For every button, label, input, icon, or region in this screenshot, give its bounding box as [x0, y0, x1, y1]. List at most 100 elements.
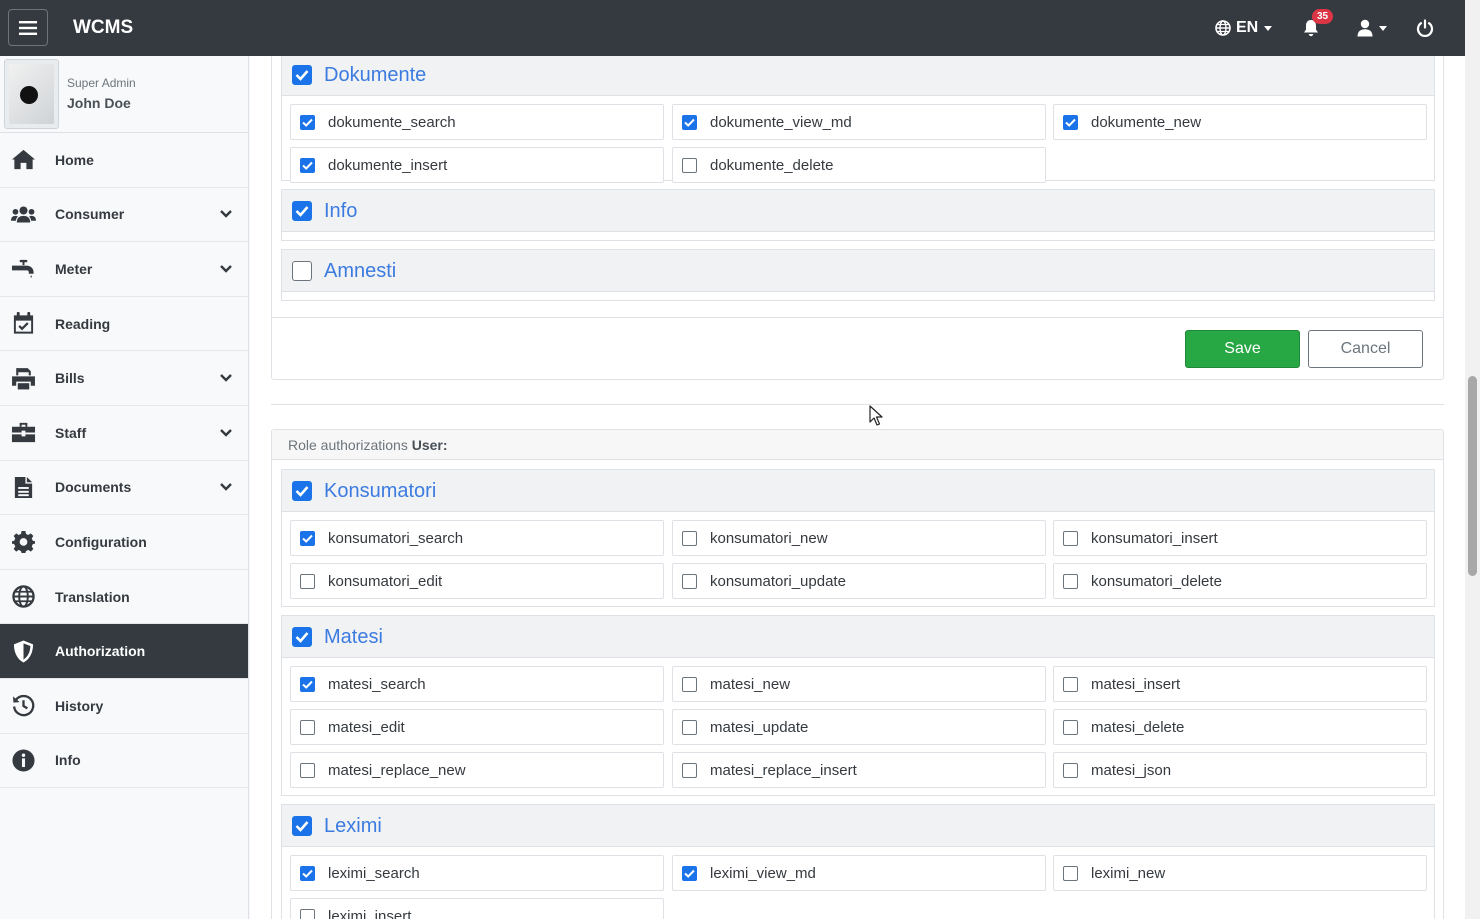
sidebar-item-label: Home — [55, 151, 94, 168]
perm-item[interactable]: leximi_insert — [290, 898, 664, 919]
power-icon — [1416, 19, 1434, 37]
perm-label: matesi_delete — [1091, 719, 1185, 736]
perm-checkbox[interactable] — [1063, 720, 1078, 735]
perm-checkbox[interactable] — [682, 574, 697, 589]
perm-checkbox[interactable] — [682, 115, 697, 130]
perm-item[interactable]: matesi_insert — [1053, 666, 1427, 702]
perm-item[interactable]: leximi_search — [290, 855, 664, 891]
perm-item[interactable]: konsumatori_new — [672, 520, 1046, 556]
perm-group-title[interactable]: Info — [324, 200, 357, 223]
perm-item[interactable]: konsumatori_edit — [290, 563, 664, 599]
perm-label: dokumente_delete — [710, 157, 834, 174]
perm-checkbox[interactable] — [1063, 531, 1078, 546]
perm-checkbox[interactable] — [300, 763, 315, 778]
perm-item[interactable]: konsumatori_search — [290, 520, 664, 556]
sidebar-item-history[interactable]: History — [0, 679, 248, 734]
avatar[interactable] — [4, 59, 59, 129]
perm-checkbox[interactable] — [300, 677, 315, 692]
perm-checkbox[interactable] — [682, 866, 697, 881]
perm-checkbox[interactable] — [1063, 866, 1078, 881]
perm-item[interactable]: leximi_new — [1053, 855, 1427, 891]
perm-item[interactable]: matesi_new — [672, 666, 1046, 702]
group-checkbox[interactable] — [292, 481, 312, 501]
perm-item[interactable]: konsumatori_delete — [1053, 563, 1427, 599]
sidebar-item-authorization[interactable]: Authorization — [0, 624, 248, 679]
perm-group-title[interactable]: Dokumente — [324, 64, 426, 87]
perm-checkbox[interactable] — [300, 909, 315, 919]
perm-item[interactable]: leximi_view_md — [672, 855, 1046, 891]
perm-group-title[interactable]: Matesi — [324, 626, 383, 649]
perm-item[interactable]: dokumente_delete — [672, 147, 1046, 183]
sidebar-item-translation[interactable]: Translation — [0, 570, 248, 625]
perm-group-konsumatori: Konsumatori konsumatori_search konsumato… — [281, 469, 1435, 607]
perm-item[interactable]: konsumatori_insert — [1053, 520, 1427, 556]
language-dropdown[interactable]: EN — [1215, 0, 1273, 56]
user-dropdown[interactable] — [1357, 0, 1387, 56]
main-content: Dokumente dokumente_search dokumente_vie… — [250, 56, 1465, 919]
perm-checkbox[interactable] — [300, 531, 315, 546]
perm-item[interactable]: matesi_replace_insert — [672, 752, 1046, 788]
scrollbar-thumb[interactable] — [1468, 376, 1477, 576]
perm-item[interactable]: matesi_edit — [290, 709, 664, 745]
avatar-dot — [20, 86, 38, 104]
perm-checkbox[interactable] — [1063, 115, 1078, 130]
group-checkbox[interactable] — [292, 201, 312, 221]
home-icon — [10, 148, 36, 172]
perm-item[interactable]: konsumatori_update — [672, 563, 1046, 599]
perm-group-title[interactable]: Amnesti — [324, 260, 396, 283]
logout-button[interactable] — [1416, 0, 1434, 56]
notifications-button[interactable]: 35 — [1302, 0, 1334, 56]
perm-checkbox[interactable] — [682, 158, 697, 173]
sidebar-item-info[interactable]: Info — [0, 734, 248, 789]
perm-checkbox[interactable] — [300, 866, 315, 881]
perm-item[interactable]: matesi_replace_new — [290, 752, 664, 788]
sidebar-item-staff[interactable]: Staff — [0, 406, 248, 461]
menu-toggle-button[interactable] — [8, 9, 48, 46]
perm-checkbox[interactable] — [300, 115, 315, 130]
sidebar-item-consumer[interactable]: Consumer — [0, 188, 248, 243]
sidebar-item-reading[interactable]: Reading — [0, 297, 248, 352]
perm-item[interactable]: dokumente_new — [1053, 104, 1427, 140]
perm-checkbox[interactable] — [682, 720, 697, 735]
perm-checkbox[interactable] — [682, 763, 697, 778]
perm-checkbox[interactable] — [300, 720, 315, 735]
perm-item[interactable]: matesi_search — [290, 666, 664, 702]
perm-item[interactable]: dokumente_view_md — [672, 104, 1046, 140]
perm-checkbox[interactable] — [1063, 574, 1078, 589]
perm-group-title[interactable]: Konsumatori — [324, 480, 436, 503]
check-icon — [295, 821, 309, 832]
perm-label: matesi_insert — [1091, 676, 1181, 693]
perm-item[interactable]: dokumente_insert — [290, 147, 664, 183]
perm-item[interactable]: dokumente_search — [290, 104, 664, 140]
group-checkbox[interactable] — [292, 627, 312, 647]
check-icon — [302, 534, 313, 543]
history-icon — [10, 694, 36, 718]
sidebar-item-meter[interactable]: Meter — [0, 242, 248, 297]
perm-item[interactable]: matesi_json — [1053, 752, 1427, 788]
perm-checkbox[interactable] — [300, 158, 315, 173]
group-checkbox[interactable] — [292, 65, 312, 85]
perm-checkbox[interactable] — [1063, 677, 1078, 692]
card-footer-divider — [272, 317, 1443, 318]
perm-checkbox[interactable] — [682, 677, 697, 692]
perm-label: dokumente_search — [328, 114, 456, 131]
perm-checkbox[interactable] — [1063, 763, 1078, 778]
sidebar-item-documents[interactable]: Documents — [0, 461, 248, 516]
cancel-button[interactable]: Cancel — [1308, 330, 1423, 368]
group-checkbox[interactable] — [292, 261, 312, 281]
perm-item[interactable]: matesi_delete — [1053, 709, 1427, 745]
perm-label: konsumatori_update — [710, 573, 846, 590]
perm-group-title[interactable]: Leximi — [324, 815, 382, 838]
user-name[interactable]: John Doe — [67, 95, 131, 111]
page-scrollbar[interactable] — [1465, 0, 1480, 919]
save-button[interactable]: Save — [1185, 330, 1300, 368]
sidebar-item-bills[interactable]: Bills — [0, 351, 248, 406]
perm-item[interactable]: matesi_update — [672, 709, 1046, 745]
sidebar-item-configuration[interactable]: Configuration — [0, 515, 248, 570]
notification-badge: 35 — [1312, 9, 1334, 24]
perm-checkbox[interactable] — [300, 574, 315, 589]
perm-checkbox[interactable] — [682, 531, 697, 546]
sidebar-item-home[interactable]: Home — [0, 133, 248, 188]
brand-title[interactable]: WCMS — [73, 17, 133, 39]
group-checkbox[interactable] — [292, 816, 312, 836]
